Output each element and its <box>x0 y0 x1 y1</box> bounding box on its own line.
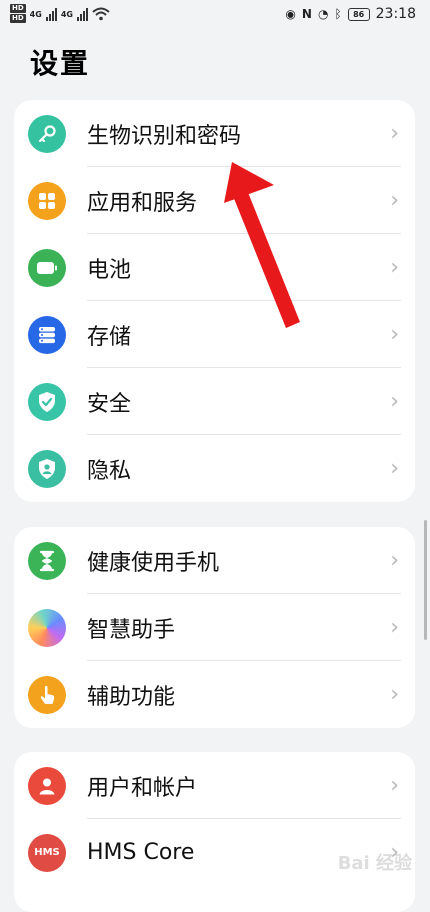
settings-item-label: 生物识别和密码 <box>87 123 242 149</box>
settings-item-privacy[interactable]: 隐私 › <box>14 435 415 502</box>
key-icon <box>28 114 66 153</box>
settings-item-storage[interactable]: 存储 › <box>14 301 415 368</box>
privacy-shield-icon <box>28 449 66 488</box>
settings-item-label: 用户和帐户 <box>87 775 198 801</box>
wifi-icon <box>92 7 110 21</box>
chevron-right-icon: › <box>390 682 399 707</box>
settings-item-label: HMS Core <box>87 840 195 865</box>
sim-hd-badges: HD HD <box>10 4 26 24</box>
shield-check-icon <box>28 382 66 421</box>
scrollbar[interactable] <box>424 520 427 640</box>
signal-2-icon <box>76 7 88 21</box>
chevron-right-icon: › <box>390 389 399 414</box>
watermark: Bai 经验 <box>337 853 412 874</box>
chevron-right-icon: › <box>390 456 399 481</box>
settings-item-smart-assistant[interactable]: 智慧助手 › <box>14 594 415 661</box>
settings-item-apps-services[interactable]: 应用和服务 › <box>14 167 415 234</box>
eye-comfort-icon: ◉ <box>285 7 296 21</box>
sim1-hd-badge: HD <box>10 4 26 13</box>
settings-item-label: 存储 <box>87 324 132 350</box>
network-type-2: 4G <box>60 9 73 19</box>
storage-icon <box>28 315 66 354</box>
settings-group-1: 生物识别和密码 › 应用和服务 › 电池 › 存储 › 安全 › 隐私 › <box>14 100 415 502</box>
status-bar: HD HD 4G 4G ◉ N ◔ ᛒ 86 23:18 <box>0 0 430 32</box>
hms-icon: HMS <box>28 833 66 872</box>
settings-item-label: 智慧助手 <box>87 617 176 643</box>
settings-group-3: 用户和帐户 › HMS HMS Core › <box>14 752 415 912</box>
sim2-hd-badge: HD <box>10 14 26 23</box>
network-type: 4G <box>29 9 42 19</box>
chevron-right-icon: › <box>390 548 399 573</box>
settings-item-battery[interactable]: 电池 › <box>14 234 415 301</box>
settings-item-label: 安全 <box>87 391 132 417</box>
chevron-right-icon: › <box>390 773 399 798</box>
alarm-icon: ◔ <box>317 7 329 21</box>
settings-item-accessibility[interactable]: 辅助功能 › <box>14 661 415 728</box>
settings-item-label: 隐私 <box>87 458 132 484</box>
user-icon <box>28 766 66 805</box>
apps-grid-icon <box>28 181 66 220</box>
chevron-right-icon: › <box>390 121 399 146</box>
settings-item-users-accounts[interactable]: 用户和帐户 › <box>14 752 415 819</box>
chevron-right-icon: › <box>390 188 399 213</box>
chevron-right-icon: › <box>390 322 399 347</box>
battery-icon <box>28 248 66 287</box>
settings-item-label: 辅助功能 <box>87 684 176 710</box>
settings-item-digital-balance[interactable]: 健康使用手机 › <box>14 527 415 594</box>
signal-icon <box>45 7 57 21</box>
battery-indicator: 86 <box>347 7 370 21</box>
settings-item-label: 健康使用手机 <box>87 550 220 576</box>
settings-item-biometrics-password[interactable]: 生物识别和密码 › <box>14 100 415 167</box>
hms-icon-text: HMS <box>34 847 60 858</box>
hand-icon <box>28 675 66 714</box>
settings-item-label: 电池 <box>87 257 132 283</box>
status-bar-left: HD HD 4G 4G <box>10 4 110 24</box>
page-title: 设置 <box>30 47 91 80</box>
hourglass-icon <box>28 541 66 580</box>
settings-group-2: 健康使用手机 › 智慧助手 › 辅助功能 › <box>14 527 415 728</box>
settings-item-label: 应用和服务 <box>87 190 198 216</box>
chevron-right-icon: › <box>390 615 399 640</box>
chevron-right-icon: › <box>390 255 399 280</box>
assistant-orb-icon <box>28 608 66 647</box>
status-time: 23:18 <box>375 6 416 22</box>
settings-item-security[interactable]: 安全 › <box>14 368 415 435</box>
nfc-icon: N <box>301 7 312 21</box>
status-bar-right: ◉ N ◔ ᛒ 86 23:18 <box>285 6 416 22</box>
bluetooth-icon: ᛒ <box>334 7 342 21</box>
